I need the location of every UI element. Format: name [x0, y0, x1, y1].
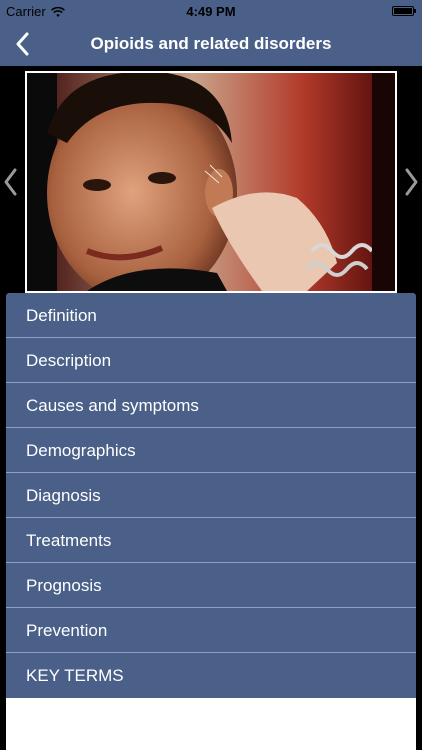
chevron-right-icon [405, 168, 418, 196]
photo-illustration [27, 73, 395, 291]
section-list: Definition Description Causes and sympto… [6, 293, 416, 750]
navigation-bar: Opioids and related disorders [0, 22, 422, 66]
section-item-causes-and-symptoms[interactable]: Causes and symptoms [6, 383, 416, 428]
next-image-button[interactable] [402, 164, 422, 200]
status-bar: Carrier 4:49 PM [0, 0, 422, 22]
chevron-left-icon [16, 32, 29, 56]
battery-icon [392, 6, 416, 16]
section-item-diagnosis[interactable]: Diagnosis [6, 473, 416, 518]
image-carousel [0, 66, 422, 296]
section-item-key-terms[interactable]: KEY TERMS [6, 653, 416, 698]
section-item-prevention[interactable]: Prevention [6, 608, 416, 653]
section-item-description[interactable]: Description [6, 338, 416, 383]
page-title: Opioids and related disorders [90, 34, 332, 53]
section-item-treatments[interactable]: Treatments [6, 518, 416, 563]
chevron-left-icon [4, 168, 17, 196]
previous-image-button[interactable] [0, 164, 20, 200]
status-time: 4:49 PM [186, 4, 236, 19]
section-item-definition[interactable]: Definition [6, 293, 416, 338]
back-button[interactable] [8, 30, 36, 58]
section-item-prognosis[interactable]: Prognosis [6, 563, 416, 608]
section-item-demographics[interactable]: Demographics [6, 428, 416, 473]
article-photo [25, 71, 397, 293]
